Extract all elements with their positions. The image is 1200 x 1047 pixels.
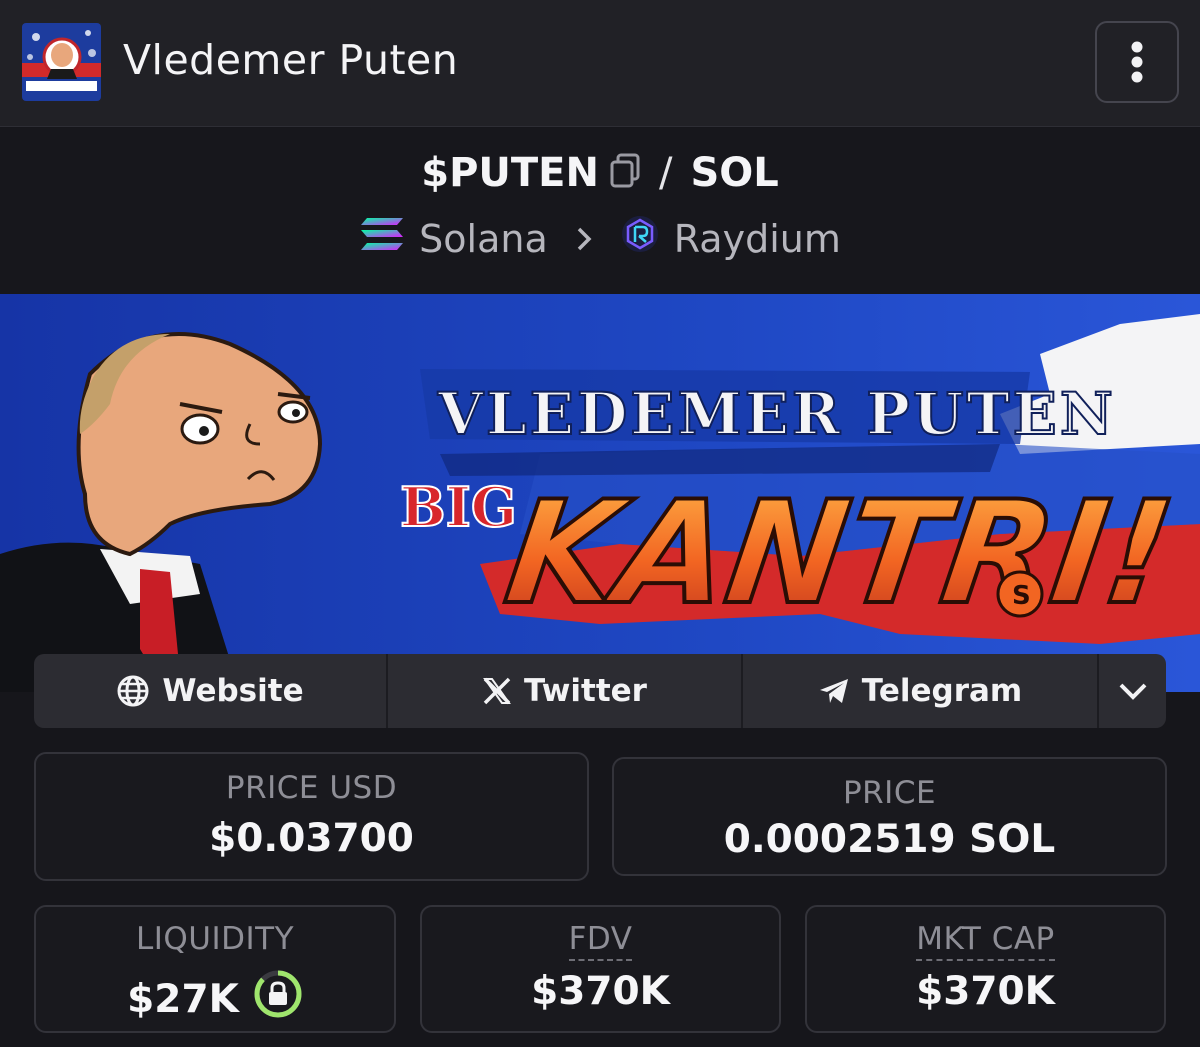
liquidity-value: $27K [127, 976, 239, 1022]
telegram-icon [819, 679, 848, 703]
banner-kantri: KANTRI! [497, 471, 1183, 636]
mkt-cap-card: MKT CAP $370K [805, 905, 1166, 1033]
price-usd-label: PRICE USD [225, 770, 398, 806]
token-banner: VLEDEMER PUTEN BIG KANTRI! S [0, 294, 1200, 692]
fdv-card: FDV $370K [420, 905, 781, 1033]
more-links-button[interactable] [1099, 654, 1166, 728]
mkt-cap-value: $370K [916, 969, 1055, 1014]
twitter-button[interactable]: Twitter [388, 654, 743, 728]
mkt-cap-label[interactable]: MKT CAP [916, 921, 1055, 961]
telegram-button[interactable]: Telegram [743, 654, 1099, 728]
price-usd-value: $0.03700 [209, 816, 414, 861]
price-usd-card: PRICE USD $0.03700 [34, 752, 589, 881]
banner-big: BIG [400, 475, 517, 539]
pair-separator: / [658, 150, 673, 196]
banner-image: VLEDEMER PUTEN BIG KANTRI! S [0, 294, 1200, 692]
chain-breadcrumb: Solana Raydium [0, 214, 1200, 263]
chevron-down-icon [1119, 683, 1146, 700]
locked-liquidity-icon[interactable] [253, 969, 303, 1029]
token-logo-image [22, 23, 101, 101]
price-card: PRICE 0.0002519 SOL [612, 757, 1167, 876]
liquidity-card: LIQUIDITY $27K [34, 905, 396, 1033]
solana-icon [359, 216, 405, 261]
twitter-label: Twitter [524, 673, 647, 709]
x-twitter-icon [483, 677, 511, 705]
social-links-bar: Website Twitter Telegram [34, 654, 1166, 728]
copy-address-icon[interactable] [609, 153, 641, 193]
liquidity-label: LIQUIDITY [135, 921, 295, 957]
more-menu-button[interactable] [1095, 21, 1179, 103]
chevron-right-icon [576, 217, 592, 261]
fdv-value: $370K [531, 969, 670, 1014]
website-button[interactable]: Website [34, 654, 388, 728]
base-token-symbol: $PUTEN [421, 150, 599, 196]
telegram-label: Telegram [861, 673, 1023, 709]
dex-link[interactable]: Raydium [674, 217, 841, 261]
price-label: PRICE [842, 775, 937, 811]
chain-link[interactable]: Solana [419, 217, 548, 261]
kebab-vertical-icon [1131, 41, 1143, 83]
top-bar: Vledemer Puten [0, 0, 1200, 127]
banner-title: VLEDEMER PUTEN [437, 380, 1116, 448]
website-label: Website [162, 673, 304, 709]
pair-title: $PUTEN / SOL [0, 150, 1200, 196]
token-logo [22, 23, 101, 101]
price-value: 0.0002519 SOL [723, 817, 1056, 862]
raydium-icon [620, 214, 660, 263]
fdv-label[interactable]: FDV [568, 921, 633, 961]
quote-token-symbol: SOL [690, 150, 779, 196]
app-title: Vledemer Puten [123, 36, 459, 84]
svg-text:S: S [1012, 581, 1031, 611]
globe-icon [117, 675, 149, 707]
